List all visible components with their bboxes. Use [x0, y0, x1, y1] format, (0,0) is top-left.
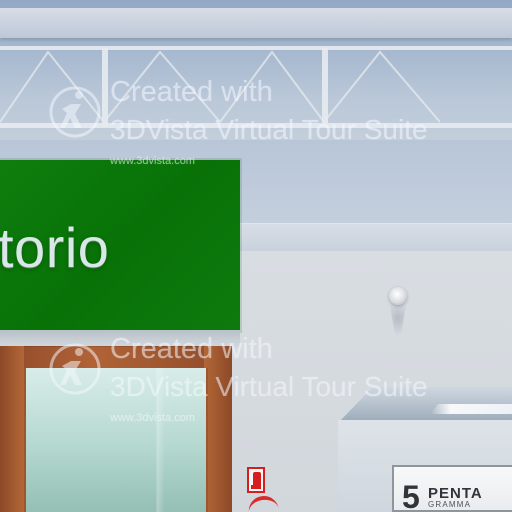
door-jamb-left — [0, 346, 24, 512]
company-sign-subtitle: GRAMMA — [428, 500, 472, 509]
canopy-light — [430, 404, 512, 414]
virtual-tour-view[interactable]: torio 5 PENTA GRAMMA Created with 3DVist… — [0, 0, 512, 512]
ceiling-truss-right — [219, 48, 441, 126]
roof-band — [0, 8, 512, 38]
ceiling-truss-left — [0, 48, 221, 126]
door-glass[interactable] — [24, 368, 208, 512]
truss-left-icon — [0, 50, 221, 124]
door-jamb-right — [204, 346, 232, 512]
fire-extinguisher-sign-icon — [247, 467, 265, 493]
company-sign-number: 5 — [402, 479, 420, 512]
wall-stripe — [238, 223, 512, 254]
truss-right-icon — [219, 50, 441, 124]
company-sign: 5 PENTA GRAMMA — [392, 465, 512, 512]
green-sign-text: torio — [0, 216, 110, 279]
ceiling-light-icon — [389, 287, 407, 305]
